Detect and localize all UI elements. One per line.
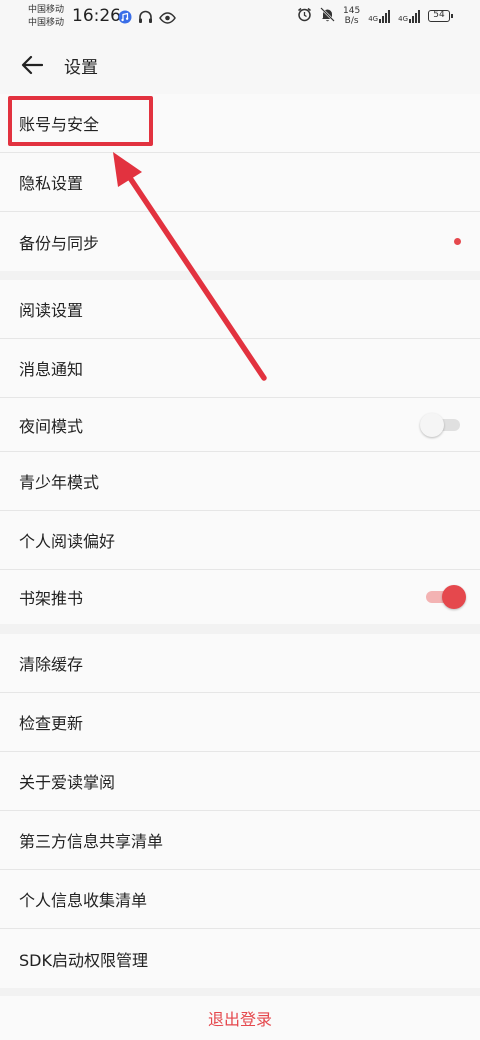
signal-bars-icon: [379, 9, 391, 23]
settings-item-about[interactable]: 关于爱读掌阅: [0, 752, 480, 811]
clock: 16:26: [72, 6, 121, 26]
mute-icon: [320, 6, 335, 26]
settings-group-reading: 阅读设置 消息通知 夜间模式 青少年模式 个人阅读偏好 书架推书: [0, 280, 480, 624]
signal-2-label: 4G: [398, 14, 408, 23]
logout-button[interactable]: 退出登录: [0, 996, 480, 1040]
status-bar: 中国移动 中国移动 16:26 145 B/s 4G 4G 54: [0, 0, 480, 36]
signal-1: 4G: [368, 9, 391, 23]
music-icon: [118, 9, 132, 28]
back-button[interactable]: [18, 51, 46, 79]
settings-item-label: 检查更新: [19, 714, 84, 733]
settings-item-reading-settings[interactable]: 阅读设置: [0, 280, 480, 339]
logout-label: 退出登录: [207, 1010, 272, 1029]
settings-item-shelf-recommend: 书架推书: [0, 570, 480, 624]
carrier-2: 中国移动: [28, 18, 65, 28]
settings-item-label: 个人阅读偏好: [19, 532, 116, 551]
annotation-highlight-box: [8, 96, 153, 146]
settings-item-label: 第三方信息共享清单: [19, 832, 164, 851]
speed-unit: B/s: [344, 16, 359, 26]
status-icons-right: 145 B/s 4G 4G 54: [297, 6, 453, 26]
network-speed: 145 B/s: [343, 6, 360, 26]
settings-item-third-party-sharing[interactable]: 第三方信息共享清单: [0, 811, 480, 870]
settings-item-label: 隐私设置: [19, 174, 84, 193]
speed-value: 145: [343, 6, 361, 16]
signal-1-label: 4G: [368, 14, 379, 23]
signal-bars-icon: [409, 9, 420, 23]
settings-item-label: 消息通知: [19, 360, 84, 379]
settings-item-label: 阅读设置: [19, 301, 84, 320]
settings-item-label: SDK启动权限管理: [19, 950, 148, 970]
settings-item-check-update[interactable]: 检查更新: [0, 693, 480, 752]
back-arrow-icon: [21, 55, 43, 75]
eye-icon: [159, 9, 176, 28]
settings-group-about: 清除缓存 检查更新 关于爱读掌阅 第三方信息共享清单 个人信息收集清单 SDK启…: [0, 634, 480, 988]
settings-item-label: 青少年模式: [19, 473, 100, 492]
alarm-icon: [297, 7, 312, 26]
settings-item-label: 夜间模式: [19, 416, 84, 436]
settings-item-personal-info-list[interactable]: 个人信息收集清单: [0, 870, 480, 929]
settings-item-teen-mode[interactable]: 青少年模式: [0, 452, 480, 511]
settings-item-reading-preference[interactable]: 个人阅读偏好: [0, 511, 480, 570]
carrier-1: 中国移动: [28, 5, 65, 15]
settings-item-notifications[interactable]: 消息通知: [0, 339, 480, 398]
settings-item-label: 书架推书: [19, 589, 84, 608]
settings-item-night-mode: 夜间模式: [0, 398, 480, 452]
carrier-info: 中国移动 中国移动: [28, 4, 64, 30]
settings-item-backup-sync[interactable]: 备份与同步: [0, 212, 480, 271]
settings-item-label: 关于爱读掌阅: [19, 773, 116, 792]
night-mode-toggle[interactable]: [420, 412, 462, 437]
settings-item-label: 备份与同步: [19, 233, 100, 253]
settings-item-label: 个人信息收集清单: [19, 891, 148, 910]
page-title: 设置: [64, 57, 98, 78]
settings-item-clear-cache[interactable]: 清除缓存: [0, 634, 480, 693]
signal-2: 4G: [398, 9, 420, 23]
battery-icon: 54: [428, 10, 453, 22]
headphones-icon: [138, 9, 153, 28]
shelf-recommend-toggle[interactable]: [424, 585, 466, 609]
status-icons-left: [118, 9, 176, 28]
settings-item-label: 清除缓存: [19, 655, 84, 674]
settings-item-sdk-permissions[interactable]: SDK启动权限管理: [0, 929, 480, 988]
app-header: 设置: [0, 36, 480, 94]
notification-dot: [454, 238, 461, 245]
settings-item-privacy[interactable]: 隐私设置: [0, 153, 480, 212]
